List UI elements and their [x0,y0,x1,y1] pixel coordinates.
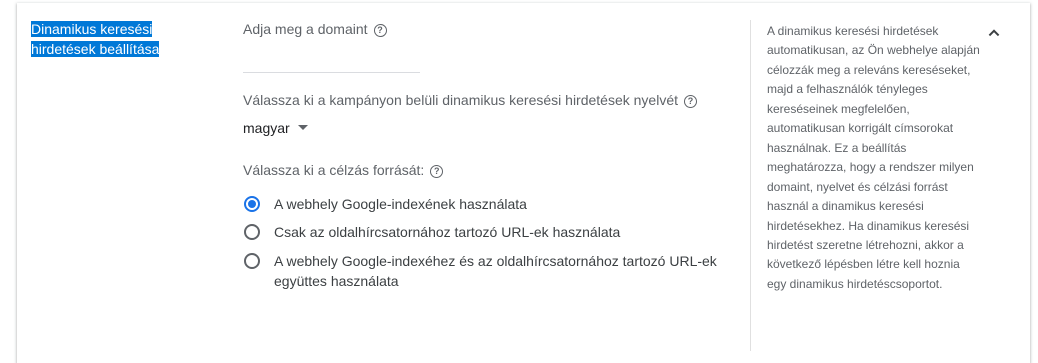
targeting-source-label: Válassza ki a célzás forrását:? [243,160,444,180]
help-panel: A dinamikus keresési hirdetések automati… [767,22,982,294]
language-select[interactable]: magyar [243,118,308,138]
radio-button[interactable] [244,253,260,269]
help-circle-icon[interactable]: ? [430,165,444,178]
language-label: Válassza ki a kampányon belüli dinamikus… [243,90,697,110]
vertical-divider [750,20,751,351]
chevron-up-icon [988,29,1000,37]
help-circle-icon[interactable]: ? [373,24,387,37]
dropdown-arrow-icon [297,125,308,130]
radio-label: Csak az oldalhírcsatornához tartozó URL-… [274,224,621,240]
radio-label: A webhely Google-indexéhez és az oldalhí… [274,253,717,289]
language-select-value: magyar [243,120,290,136]
section-title-text: Dinamikus keresési hirdetések beállítása [31,21,160,57]
domain-label: Adja meg a domaint? [243,19,387,39]
domain-input[interactable] [243,50,420,73]
collapse-button[interactable] [982,20,1006,44]
domain-label-text: Adja meg a domaint [243,21,368,37]
section-title: Dinamikus keresési hirdetések beállítása [31,19,191,59]
help-circle-icon[interactable]: ? [684,95,697,108]
radio-option-google-index[interactable]: A webhely Google-indexének használata [244,194,734,214]
radio-label: A webhely Google-indexének használata [274,196,527,212]
radio-button[interactable] [244,224,260,240]
help-panel-text: A dinamikus keresési hirdetések automati… [767,24,980,291]
radio-option-page-feed[interactable]: Csak az oldalhírcsatornához tartozó URL-… [244,222,734,242]
radio-option-both[interactable]: A webhely Google-indexéhez és az oldalhí… [244,251,734,291]
language-label-text: Válassza ki a kampányon belüli dinamikus… [243,92,678,108]
targeting-source-label-text: Válassza ki a célzás forrását: [243,162,425,178]
radio-button-checked[interactable] [244,196,260,212]
